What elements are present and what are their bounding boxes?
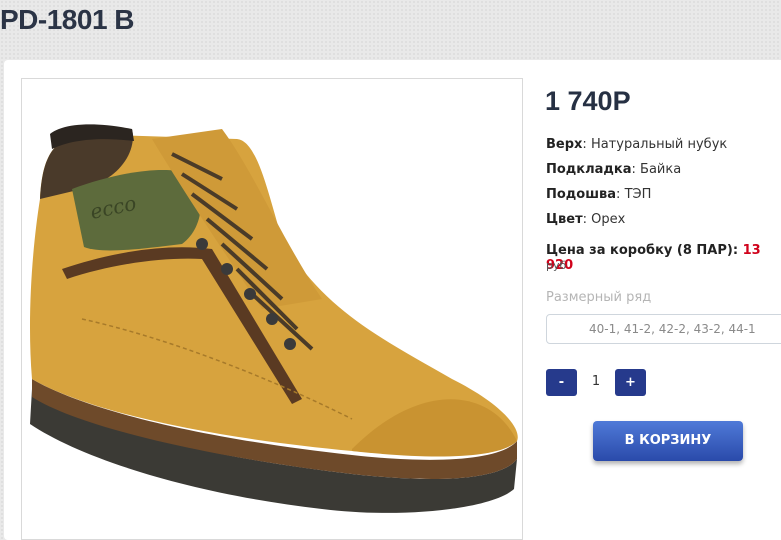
spec-color: Цвет: Орех bbox=[546, 212, 626, 227]
spec-value: ТЭП bbox=[624, 187, 652, 202]
quantity-value[interactable]: 1 bbox=[586, 374, 606, 389]
spec-value: Орех bbox=[591, 212, 626, 227]
product-title: PD-1801 B bbox=[0, 4, 135, 35]
size-label: Размерный ряд bbox=[546, 290, 652, 305]
box-price: Цена за коробку (8 ПАР): 13 920 bbox=[546, 243, 781, 273]
spec-sole: Подошва: ТЭП bbox=[546, 187, 652, 202]
currency-label: руб bbox=[546, 259, 567, 272]
spec-lining: Подкладка: Байка bbox=[546, 162, 682, 177]
spec-label: Подошва bbox=[546, 187, 617, 202]
product-price: 1 740Р bbox=[545, 86, 631, 116]
spec-value: Байка bbox=[640, 162, 682, 177]
product-image[interactable]: ecco bbox=[21, 78, 523, 540]
spec-label: Цвет bbox=[546, 212, 583, 227]
size-select[interactable]: 40-1, 41-2, 42-2, 43-2, 44-1 bbox=[546, 314, 781, 344]
add-to-cart-button[interactable]: В КОРЗИНУ bbox=[593, 421, 743, 461]
quantity-increase-button[interactable]: + bbox=[615, 369, 646, 396]
box-price-label: Цена за коробку (8 ПАР): bbox=[546, 243, 739, 258]
quantity-decrease-button[interactable]: - bbox=[546, 369, 577, 396]
spec-label: Подкладка bbox=[546, 162, 632, 177]
spec-value: Натуральный нубук bbox=[590, 137, 728, 152]
spec-label: Верх bbox=[546, 137, 583, 152]
spec-upper: Верх: Натуральный нубук bbox=[546, 137, 728, 152]
boot-illustration: ecco bbox=[29, 124, 518, 513]
